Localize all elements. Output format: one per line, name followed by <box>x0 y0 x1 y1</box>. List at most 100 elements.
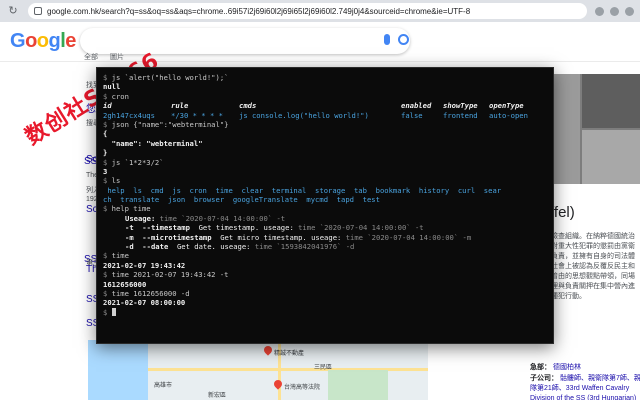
terminal-prompt: $ <box>103 176 112 186</box>
search-icon[interactable] <box>398 34 409 45</box>
tab-all[interactable]: 全部 <box>84 52 98 62</box>
terminal-prompt: $ <box>103 91 112 101</box>
map-label: 高雄市 <box>154 383 173 389</box>
map-pin-icon[interactable] <box>262 344 274 356</box>
cron-cell: */30 * * * * <box>171 110 223 120</box>
help-option-desc: Get micro timestamp. useage: <box>220 232 346 242</box>
terminal-command-line: $ help time <box>103 204 547 213</box>
logo-letter: g <box>48 30 61 52</box>
cron-column-header: cmds <box>239 101 257 111</box>
terminal-output: null <box>103 82 121 92</box>
terminal-output: 3 <box>103 166 108 176</box>
terminal-command: json {"name":"webterminal"} <box>111 119 229 129</box>
terminal-prompt: $ <box>103 288 112 298</box>
map-park <box>328 370 388 400</box>
terminal-command-line: $ ls <box>103 176 547 185</box>
help-usage-label: Useage: <box>125 213 160 223</box>
map-label: 精誠不動產 <box>274 351 305 357</box>
cron-cell: auto-open <box>489 110 528 120</box>
logo-letter: o <box>36 30 49 52</box>
extension-icon[interactable] <box>610 6 619 16</box>
ls-output: help ls cmd js cron time clear terminal … <box>103 185 502 195</box>
ls-output: ch translate json browser googleTranslat… <box>103 195 380 205</box>
terminal-input-line[interactable]: $ <box>103 307 547 317</box>
terminal-command: cron <box>111 91 129 101</box>
cron-column-header: enabled <box>401 101 432 111</box>
terminal-prompt: $ <box>103 73 112 82</box>
terminal-prompt: $ <box>103 251 112 261</box>
reload-icon[interactable]: ↻ <box>6 4 20 18</box>
terminal-prompt: $ <box>103 119 112 129</box>
browser-toolbar: ↻ google.com.hk/search?q=ss&oq=ss&aqs=ch… <box>0 0 640 22</box>
help-option-example: time `2020-07-04 14:00:00` -m <box>345 232 472 242</box>
photo[interactable] <box>582 74 640 128</box>
help-option: -t --timestamp Get timestamp. useage: ti… <box>103 223 547 232</box>
terminal-prompt: $ <box>103 307 112 317</box>
map-pin-icon[interactable] <box>272 378 284 390</box>
kp-link[interactable]: 德國柏林 <box>553 364 581 371</box>
terminal-command: js `1*2*3/2` <box>111 157 164 167</box>
help-option-flag: -d --date <box>125 242 177 252</box>
logo-letter: e <box>65 30 76 52</box>
web-terminal[interactable]: $ js `alert("hello world!");` null $ cron i… <box>96 67 554 344</box>
map-preview[interactable]: 高雄市 精誠不動產 三民區 台灣高等法院 新宏區 <box>88 340 428 400</box>
extension-icon[interactable] <box>595 6 604 16</box>
terminal-output: 2021-02-07 08:00:00 <box>103 298 186 308</box>
cron-table-row: 2gh147cx4uqs */30 * * * * js console.log("… <box>103 111 547 120</box>
help-option-example: time `1593842041976` -d <box>254 242 355 252</box>
terminal-command-line: $ js `alert("hello world!");` <box>103 73 547 82</box>
help-option: -m --microtimestamp Get micro timestamp.… <box>103 233 547 242</box>
terminal-command-line: $ time <box>103 251 547 260</box>
url-text: google.com.hk/search?q=ss&oq=ss&aqs=chro… <box>47 6 471 16</box>
address-bar[interactable]: google.com.hk/search?q=ss&oq=ss&aqs=chro… <box>28 3 587 19</box>
cron-cell: 2gh147cx4uqs <box>103 110 155 120</box>
terminal-command: time <box>111 251 129 261</box>
kp-label: 子公司： <box>530 375 558 382</box>
cron-table-header: id rule cmds enabled showType openType <box>103 101 547 110</box>
help-option-flag: -t --timestamp <box>125 223 199 233</box>
logo-letter: G <box>10 30 26 52</box>
kp-row-subsidiaries: 子公司： 骷髏師、親衛隊第7師、親衛隊第21師、33rd Waffen Cava… <box>530 374 640 400</box>
help-option-desc: Get timestamp. useage: <box>198 223 299 233</box>
microphone-icon[interactable] <box>384 34 390 45</box>
terminal-output: } <box>103 148 108 158</box>
terminal-command: time 1612656000 -d <box>111 288 190 298</box>
photo[interactable] <box>582 130 640 184</box>
terminal-prompt: $ <box>103 270 112 280</box>
kp-row-hq: 急部： 德國柏林 <box>530 362 581 372</box>
terminal-command-line: $ time 1612656000 -d <box>103 289 547 298</box>
cron-cell: js console.log("hello world!") <box>239 110 369 120</box>
cron-cell: false <box>401 110 423 120</box>
map-water <box>88 340 148 400</box>
terminal-output: "name": "webterminal" <box>103 138 203 148</box>
help-option: -d --date Get date. useage: time `159384… <box>103 242 547 251</box>
terminal-command-line: $ cron <box>103 92 547 101</box>
map-label: 新宏區 <box>208 393 227 399</box>
search-box[interactable] <box>80 28 410 54</box>
cron-column-header: id <box>103 101 112 111</box>
lock-icon <box>34 7 42 15</box>
terminal-command-line: $ time 2021-02-07 19:43:42 -t <box>103 270 547 279</box>
terminal-prompt: $ <box>103 157 112 167</box>
terminal-command-line: $ json {"name":"webterminal"} <box>103 120 547 129</box>
help-usage: Useage: time `2020-07-04 14:00:00` -t <box>103 214 547 223</box>
terminal-command: time 2021-02-07 19:43:42 -t <box>111 270 229 280</box>
profile-icon[interactable] <box>625 6 634 16</box>
cron-column-header: showType <box>443 101 478 111</box>
cron-cell: frontend <box>443 110 478 120</box>
help-option-flag: -m --microtimestamp <box>125 232 221 242</box>
map-label: 三民區 <box>314 365 333 371</box>
terminal-cursor[interactable] <box>111 307 116 316</box>
kp-label: 急部： <box>530 364 551 371</box>
terminal-command: ls <box>111 176 121 186</box>
terminal-command: js `alert("hello world!");` <box>111 73 229 82</box>
terminal-output: 1612656000 <box>103 279 147 289</box>
cron-column-header: openType <box>489 101 524 111</box>
google-logo[interactable]: Google <box>10 30 76 53</box>
map-label: 台灣高等法院 <box>284 385 321 391</box>
terminal-command: help time <box>111 204 151 214</box>
terminal-output: { <box>103 129 108 139</box>
help-option-desc: Get date. useage: <box>176 242 255 252</box>
terminal-prompt: $ <box>103 204 112 214</box>
cron-column-header: rule <box>171 101 189 111</box>
